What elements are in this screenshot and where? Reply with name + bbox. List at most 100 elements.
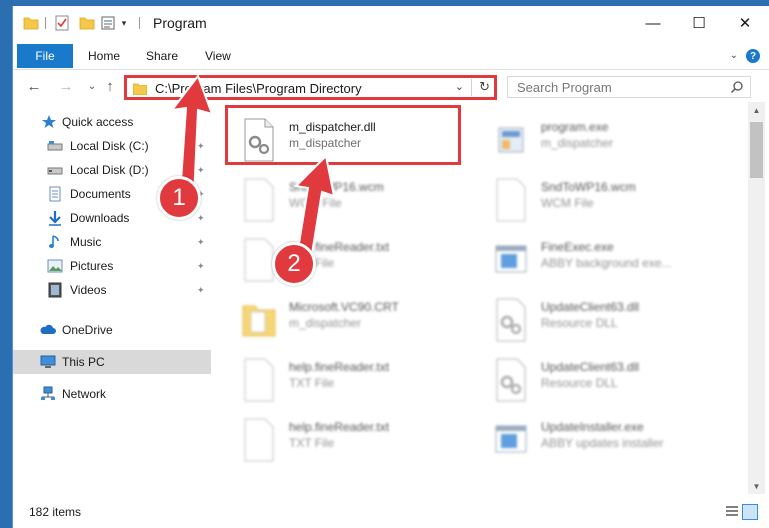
sidebar-item-label: Music xyxy=(70,235,102,249)
sidebar-item-local-disk-c[interactable]: Local Disk (C:) ✦ xyxy=(13,134,211,158)
file-type: WCM File xyxy=(541,196,594,210)
help-icon[interactable]: ? xyxy=(746,49,760,63)
window-app-icon xyxy=(495,245,527,273)
folder-icon xyxy=(242,305,276,337)
file-item-updateclient63-dll[interactable]: UpdateClient63.dll Resource DLL xyxy=(493,296,733,356)
blank-file-icon xyxy=(496,178,526,222)
file-name: program.exe xyxy=(541,120,609,134)
forward-button[interactable]: → xyxy=(57,76,75,96)
dll-icon xyxy=(496,358,526,402)
details-view-icon[interactable] xyxy=(725,504,739,518)
sidebar-item-label: Local Disk (D:) xyxy=(70,163,149,177)
file-name: UpdateClient63.dll xyxy=(541,300,640,314)
sidebar-item-videos[interactable]: Videos ✦ xyxy=(13,278,211,302)
sidebar-item-onedrive[interactable]: OneDrive xyxy=(13,318,211,342)
sidebar-item-label: Downloads xyxy=(70,211,130,225)
refresh-icon[interactable]: ↻ xyxy=(479,79,490,95)
sidebar-item-label: This PC xyxy=(62,355,105,369)
rename-icon[interactable] xyxy=(101,15,115,31)
sidebar-item-label: Quick access xyxy=(62,115,134,129)
search-icon[interactable] xyxy=(730,80,744,94)
scroll-down-icon[interactable]: ▼ xyxy=(748,478,765,494)
sidebar-item-this-pc[interactable]: This PC xyxy=(13,350,211,374)
file-type: Resource DLL xyxy=(541,376,618,390)
blank-file-icon xyxy=(244,358,274,402)
navigation-bar: ← → ⌄ ↑ C:\Program Files\Program Directo… xyxy=(13,70,769,102)
download-icon xyxy=(49,211,61,226)
file-item-sndtowp16-wcm[interactable]: SndToWP16.wcm WCM File xyxy=(241,176,481,236)
folder-icon[interactable] xyxy=(23,15,39,31)
cloud-icon xyxy=(40,324,56,334)
pin-icon[interactable]: ✦ xyxy=(197,213,205,224)
customize-toolbar-icon[interactable]: ▾ xyxy=(119,15,129,31)
close-button[interactable]: ✕ xyxy=(722,6,768,40)
file-item-updateclient63-dll[interactable]: UpdateClient63.dll Resource DLL xyxy=(493,356,733,416)
file-item-microsoft-vc90-crt[interactable]: Microsoft.VC90.CRT m_dispatcher xyxy=(241,296,481,356)
recent-locations-button[interactable]: ⌄ xyxy=(83,76,101,96)
back-button[interactable]: ← xyxy=(25,76,43,96)
sidebar-item-pictures[interactable]: Pictures ✦ xyxy=(13,254,211,278)
file-item-program-exe[interactable]: program.exe m_dispatcher xyxy=(493,116,733,176)
file-name: SndToWP16.wcm xyxy=(541,180,636,194)
file-type: Resource DLL xyxy=(541,316,618,330)
scroll-thumb[interactable] xyxy=(750,122,763,178)
pin-icon[interactable]: ✦ xyxy=(197,141,205,152)
file-item-updateinstaller-exe[interactable]: UpdateInstaller.exe ABBY updates install… xyxy=(493,416,733,476)
file-type: ABBY background exe... xyxy=(541,256,672,270)
address-bar[interactable]: C:\Program Files\Program Directory ⌄ ↻ xyxy=(124,75,497,100)
file-name: Microsoft.VC90.CRT xyxy=(289,300,399,314)
tab-view[interactable]: View xyxy=(205,44,231,68)
music-icon xyxy=(49,235,59,248)
file-type: TXT File xyxy=(289,376,335,390)
pin-icon[interactable]: ✦ xyxy=(197,261,205,272)
sidebar-item-label: Local Disk (C:) xyxy=(70,139,149,153)
dll-icon xyxy=(496,298,526,342)
computer-icon xyxy=(40,355,56,368)
pin-icon[interactable]: ✦ xyxy=(197,285,205,296)
toolbar-separator xyxy=(139,17,140,29)
search-input[interactable] xyxy=(508,77,728,97)
maximize-button[interactable]: ☐ xyxy=(676,6,722,40)
tiles-view-icon[interactable] xyxy=(742,504,758,520)
address-dropdown-icon[interactable]: ⌄ xyxy=(455,80,464,93)
properties-check-icon[interactable] xyxy=(55,15,69,31)
pin-icon[interactable]: ✦ xyxy=(197,237,205,248)
tab-share[interactable]: Share xyxy=(146,44,178,68)
file-name: help.fineReader.txt xyxy=(289,360,390,374)
exe-icon xyxy=(498,127,524,153)
file-item-help-finereader-txt[interactable]: help.fineReader.txt TXT File xyxy=(241,416,481,476)
file-item-help-finereader-txt[interactable]: help.fineReader.txt TXT File xyxy=(241,356,481,416)
tab-file[interactable]: File xyxy=(17,44,73,68)
pin-icon[interactable]: ✦ xyxy=(197,165,205,176)
address-separator xyxy=(471,79,472,96)
explorer-window: ▾ Program — ☐ ✕ File Home Share View ⌄ ?… xyxy=(12,6,769,528)
minimize-button[interactable]: — xyxy=(630,6,676,40)
sidebar-item-network[interactable]: Network xyxy=(13,382,211,406)
blank-file-icon xyxy=(244,178,274,222)
new-folder-icon[interactable] xyxy=(79,15,95,31)
star-icon xyxy=(42,115,56,128)
sidebar-item-quick-access[interactable]: Quick access xyxy=(13,110,211,134)
vertical-scrollbar[interactable]: ▲ ▼ xyxy=(748,102,765,494)
tab-home[interactable]: Home xyxy=(88,44,120,68)
sidebar-item-music[interactable]: Music ✦ xyxy=(13,230,211,254)
videos-icon xyxy=(48,282,62,298)
step-badge-1: 1 xyxy=(157,176,201,220)
up-button[interactable]: ↑ xyxy=(101,76,119,96)
toolbar-separator xyxy=(45,17,46,29)
title-bar: ▾ Program — ☐ ✕ xyxy=(13,6,769,40)
drive-icon xyxy=(47,141,63,151)
sidebar-item-label: Pictures xyxy=(70,259,114,273)
item-count: 182 items xyxy=(29,505,82,519)
step-badge-2: 2 xyxy=(272,242,316,286)
navigation-pane: Quick access Local Disk (C:) ✦ Local Dis… xyxy=(13,106,211,494)
file-type: WCM File xyxy=(289,196,342,210)
file-item-sndtowp16-wcm[interactable]: SndToWP16.wcm WCM File xyxy=(493,176,733,236)
expand-ribbon-icon[interactable]: ⌄ xyxy=(730,50,738,61)
scroll-up-icon[interactable]: ▲ xyxy=(748,102,765,118)
file-item-fineexec-exe[interactable]: FineExec.exe ABBY background exe... xyxy=(493,236,733,296)
documents-icon xyxy=(49,186,61,202)
search-box[interactable] xyxy=(507,76,751,98)
address-path[interactable]: C:\Program Files\Program Directory xyxy=(155,81,362,96)
file-type: TXT File xyxy=(289,436,335,450)
